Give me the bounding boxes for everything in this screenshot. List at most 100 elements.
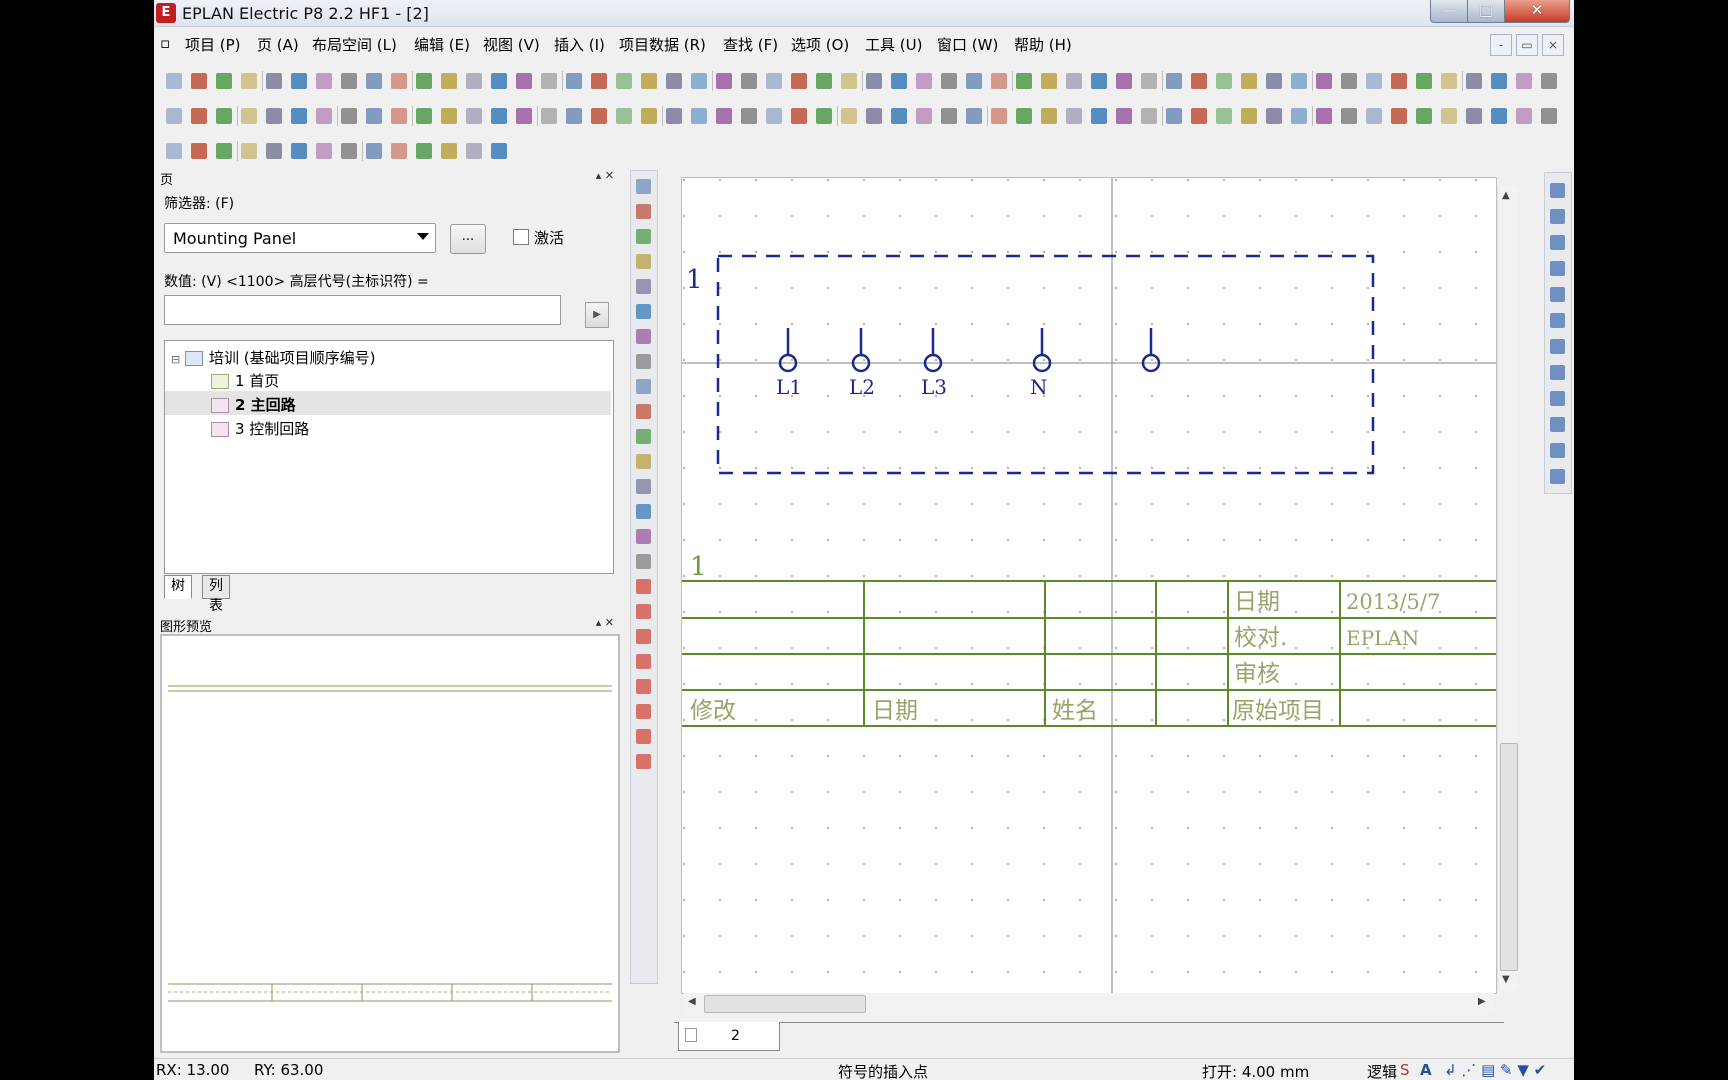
toolbar-tool-icon[interactable]: [1091, 108, 1107, 124]
toolbar-tool-icon[interactable]: [641, 73, 657, 89]
horizontal-scrollbar[interactable]: ◀ ▶: [684, 993, 1494, 1013]
drawing-tool-icon[interactable]: [636, 679, 651, 694]
toolbar-tool-icon[interactable]: [241, 73, 257, 89]
mdi-minimize-button[interactable]: -: [1490, 34, 1512, 56]
snap-icon[interactable]: S: [1400, 1061, 1410, 1079]
toolbar-tool-icon[interactable]: [1416, 108, 1432, 124]
toolbar-tool-icon[interactable]: [1491, 73, 1507, 89]
eplan-app-icon[interactable]: E: [156, 3, 176, 23]
drawing-tool-icon[interactable]: [636, 204, 651, 219]
tab-tree[interactable]: 树: [164, 575, 192, 599]
toolbar-tool-icon[interactable]: [1266, 108, 1282, 124]
toolbar-tool-icon[interactable]: [391, 73, 407, 89]
toolbar-tool-icon[interactable]: [1541, 73, 1557, 89]
toolbar-tool-icon[interactable]: [166, 73, 182, 89]
toolbar-tool-icon[interactable]: [191, 143, 207, 159]
toolbar-tool-icon[interactable]: [716, 108, 732, 124]
connection-symbol-icon[interactable]: [1550, 209, 1565, 224]
drawing-tool-icon[interactable]: [636, 504, 651, 519]
toolbar-tool-icon[interactable]: [941, 108, 957, 124]
toolbar-tool-icon[interactable]: [791, 108, 807, 124]
toolbar-tool-icon[interactable]: [1241, 108, 1257, 124]
drawing-tool-icon[interactable]: [636, 554, 651, 569]
drawing-tool-icon[interactable]: [636, 179, 651, 194]
toolbar-tool-icon[interactable]: [466, 143, 482, 159]
apply-filter-button[interactable]: ▶: [585, 302, 609, 328]
menu-window[interactable]: 窗口 (W): [937, 34, 998, 55]
toolbar-tool-icon[interactable]: [916, 73, 932, 89]
toolbar-tool-icon[interactable]: [641, 108, 657, 124]
status-tools-icon[interactable]: ↲ ⋰ ▤ ✎ ▼ ✔: [1444, 1061, 1546, 1079]
toolbar-tool-icon[interactable]: [516, 108, 532, 124]
toolbar-tool-icon[interactable]: [1416, 73, 1432, 89]
toolbar-tool-icon[interactable]: [1516, 73, 1532, 89]
toolbar-tool-icon[interactable]: [1316, 108, 1332, 124]
filter-browse-button[interactable]: ...: [450, 224, 486, 254]
toolbar-tool-icon[interactable]: [1466, 73, 1482, 89]
toolbar-tool-icon[interactable]: [616, 73, 632, 89]
drawing-tool-icon[interactable]: [636, 454, 651, 469]
text-icon[interactable]: A: [1420, 1061, 1432, 1079]
tree-node-page[interactable]: 2 主回路: [211, 394, 296, 415]
toolbar-tool-icon[interactable]: [741, 73, 757, 89]
tab-list[interactable]: 列表: [202, 575, 230, 614]
menu-project-data[interactable]: 项目数据 (R): [619, 34, 706, 55]
scroll-up-icon[interactable]: ▲: [1502, 190, 1510, 201]
drawing-tool-icon[interactable]: [636, 404, 651, 419]
horizontal-scroll-thumb[interactable]: [704, 995, 866, 1013]
drawing-tool-icon[interactable]: [636, 279, 651, 294]
toolbar-tool-icon[interactable]: [966, 108, 982, 124]
toolbar-tool-icon[interactable]: [1016, 108, 1032, 124]
toolbar-tool-icon[interactable]: [1441, 73, 1457, 89]
toolbar-tool-icon[interactable]: [766, 108, 782, 124]
toolbar-tool-icon[interactable]: [841, 108, 857, 124]
connection-symbol-icon[interactable]: [1550, 417, 1565, 432]
toolbar-tool-icon[interactable]: [716, 73, 732, 89]
toolbar-tool-icon[interactable]: [941, 73, 957, 89]
drawing-tool-icon[interactable]: [636, 254, 651, 269]
toolbar-tool-icon[interactable]: [1391, 73, 1407, 89]
panel-pin-close-icon[interactable]: ▴ ✕: [596, 169, 614, 182]
drawing-tool-icon[interactable]: [636, 354, 651, 369]
toolbar-tool-icon[interactable]: [1191, 73, 1207, 89]
menu-tools[interactable]: 工具 (U): [865, 34, 922, 55]
drawing-tool-icon[interactable]: [636, 629, 651, 644]
toolbar-tool-icon[interactable]: [1141, 73, 1157, 89]
connection-symbol-icon[interactable]: [1550, 287, 1565, 302]
toolbar-tool-icon[interactable]: [316, 108, 332, 124]
toolbar-tool-icon[interactable]: [266, 108, 282, 124]
toolbar-tool-icon[interactable]: [866, 108, 882, 124]
toolbar-tool-icon[interactable]: [966, 73, 982, 89]
toolbar-tool-icon[interactable]: [366, 73, 382, 89]
toolbar-tool-icon[interactable]: [1291, 108, 1307, 124]
toolbar-tool-icon[interactable]: [316, 73, 332, 89]
toolbar-tool-icon[interactable]: [366, 108, 382, 124]
mdi-close-button[interactable]: ×: [1542, 34, 1564, 56]
connection-symbol-icon[interactable]: [1550, 261, 1565, 276]
toolbar-tool-icon[interactable]: [491, 73, 507, 89]
toolbar-tool-icon[interactable]: [1041, 108, 1057, 124]
drawing-tool-icon[interactable]: [636, 329, 651, 344]
toolbar-tool-icon[interactable]: [191, 73, 207, 89]
toolbar-tool-icon[interactable]: [341, 73, 357, 89]
collapse-icon[interactable]: ⊟: [171, 353, 180, 366]
toolbar-tool-icon[interactable]: [166, 108, 182, 124]
toolbar-tool-icon[interactable]: [1516, 108, 1532, 124]
drawing-tool-icon[interactable]: [636, 729, 651, 744]
toolbar-tool-icon[interactable]: [691, 108, 707, 124]
toolbar-tool-icon[interactable]: [1016, 73, 1032, 89]
toolbar-tool-icon[interactable]: [616, 108, 632, 124]
toolbar-tool-icon[interactable]: [491, 108, 507, 124]
toolbar-tool-icon[interactable]: [1266, 73, 1282, 89]
toolbar-tool-icon[interactable]: [366, 143, 382, 159]
toolbar-tool-icon[interactable]: [566, 108, 582, 124]
mdi-restore-button[interactable]: ▭: [1516, 34, 1538, 56]
connection-symbol-icon[interactable]: [1550, 235, 1565, 250]
toolbar-tool-icon[interactable]: [291, 108, 307, 124]
toolbar-tool-icon[interactable]: [1341, 108, 1357, 124]
maximize-button[interactable]: □: [1467, 0, 1505, 23]
menu-page[interactable]: 页 (A): [257, 34, 299, 55]
toolbar-tool-icon[interactable]: [1291, 73, 1307, 89]
toolbar-tool-icon[interactable]: [1066, 108, 1082, 124]
toolbar-tool-icon[interactable]: [291, 143, 307, 159]
